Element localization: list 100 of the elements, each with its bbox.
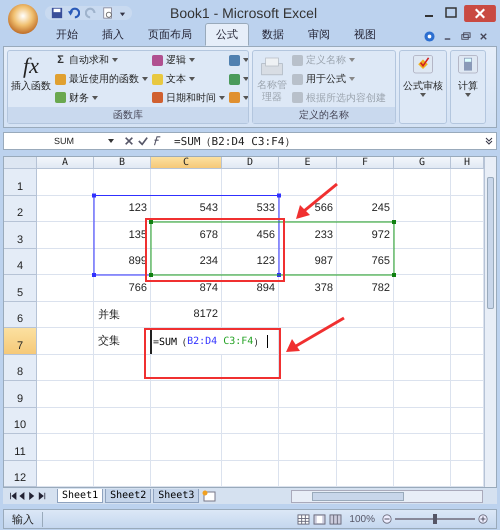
ribbon-dropdown-button[interactable]: 文本	[151, 70, 226, 88]
calculator-icon	[456, 54, 480, 76]
table-cell	[151, 408, 222, 434]
sheet-tab[interactable]: Sheet2	[105, 489, 152, 503]
caret-icon	[243, 96, 248, 100]
zoom-level[interactable]: 100%	[349, 514, 375, 524]
formula-auditing-button[interactable]: 公式审核	[402, 51, 444, 98]
annotation-arrow	[286, 316, 345, 352]
restore-icon[interactable]	[460, 31, 471, 42]
row-header[interactable]: 2	[4, 196, 37, 222]
caret-icon	[189, 58, 195, 62]
table-cell	[94, 381, 151, 408]
group-label: 函数库	[8, 107, 248, 123]
row-header[interactable]: 4	[4, 248, 37, 275]
office-button[interactable]	[8, 4, 38, 34]
sheet-tab[interactable]: Sheet3	[153, 489, 200, 503]
horizontal-scrollbar[interactable]	[291, 490, 483, 502]
ribbon-dropdown-button[interactable]: 逻辑	[151, 52, 226, 69]
zoom-out-icon[interactable]	[382, 514, 392, 524]
table-cell	[279, 354, 337, 381]
caret-icon	[243, 77, 248, 81]
table-cell	[394, 248, 451, 275]
undo-icon[interactable]	[68, 7, 80, 19]
vertical-scrollbar[interactable]	[484, 157, 496, 487]
column-header[interactable]: A	[37, 157, 94, 169]
error-check-icon	[411, 54, 435, 76]
column-header[interactable]: G	[394, 157, 451, 169]
table-cell	[37, 302, 94, 328]
ribbon-dropdown-button[interactable]: Σ 自动求和	[54, 52, 149, 69]
zoom-in-icon[interactable]	[478, 514, 488, 524]
row-header[interactable]: 1	[4, 169, 37, 196]
row-header[interactable]: 12	[4, 460, 37, 487]
help-icon[interactable]	[424, 31, 435, 42]
table-cell: 678	[151, 222, 222, 248]
table-cell	[37, 328, 94, 354]
ribbon-dropdown-button[interactable]: 日期和时间	[151, 89, 226, 106]
table-cell	[279, 381, 337, 408]
column-header[interactable]: B	[94, 157, 151, 169]
ribbon-tab[interactable]: 页面布局	[137, 23, 203, 46]
close-icon[interactable]	[463, 4, 497, 22]
print-preview-icon[interactable]	[102, 7, 114, 19]
ribbon-tab[interactable]: 开始	[45, 23, 89, 46]
normal-view-icon[interactable]	[297, 514, 310, 524]
caret-icon	[349, 58, 355, 62]
table-cell	[94, 354, 151, 381]
row-header[interactable]: 8	[4, 354, 37, 381]
name-manager-icon	[260, 55, 284, 77]
row-header[interactable]: 11	[4, 434, 37, 460]
row-header[interactable]: 7	[4, 328, 37, 354]
save-icon[interactable]	[51, 7, 63, 19]
table-cell	[37, 381, 94, 408]
function-category-button[interactable]	[228, 52, 248, 69]
zoom-slider-thumb[interactable]	[433, 514, 437, 524]
page-layout-icon[interactable]	[313, 514, 326, 524]
table-cell	[394, 196, 451, 222]
table-cell: 并集	[94, 302, 151, 328]
insert-sheet-icon[interactable]	[201, 490, 218, 502]
ribbon-tab[interactable]: 公式	[205, 23, 249, 46]
ribbon-dropdown-button[interactable]: 最近使用的函数	[54, 70, 149, 88]
sheet-tab[interactable]: Sheet1	[57, 489, 104, 503]
row-header[interactable]: 9	[4, 381, 37, 408]
customize-icon[interactable]	[119, 10, 126, 16]
ribbon-tab[interactable]: 视图	[343, 23, 387, 46]
ribbon-dropdown-button[interactable]: 财务	[54, 89, 149, 106]
row-header[interactable]: 6	[4, 302, 37, 328]
table-cell	[37, 275, 94, 302]
column-header[interactable]: F	[337, 157, 394, 169]
row-header[interactable]: 5	[4, 275, 37, 302]
table-cell	[394, 381, 451, 408]
table-cell	[394, 275, 451, 302]
ribbon-tab[interactable]: 插入	[91, 23, 135, 46]
table-cell	[394, 354, 451, 381]
ribbon-tab[interactable]: 审阅	[297, 23, 341, 46]
column-header[interactable]: C	[151, 157, 222, 169]
ribbon-menu-button[interactable]: 用于公式	[291, 70, 387, 88]
caret-icon	[349, 77, 355, 81]
calculation-button[interactable]: 计算	[455, 51, 481, 98]
table-cell: 874	[151, 275, 222, 302]
table-cell: 782	[337, 275, 394, 302]
status-mode: 输入	[4, 512, 43, 526]
table-cell	[337, 434, 394, 460]
active-cell-editor[interactable]: =SUM（B2:D4 C3:F4）	[150, 328, 268, 354]
table-cell	[37, 354, 94, 381]
table-cell	[337, 302, 394, 328]
window-title: Book1 - Microsoft Excel	[170, 5, 318, 21]
ribbon-tab[interactable]: 数据	[251, 23, 295, 46]
insert-function-button[interactable]: fx 插入函数	[10, 52, 52, 106]
annotation-arrow	[296, 182, 338, 219]
table-cell	[222, 302, 279, 328]
table-cell	[394, 434, 451, 460]
page-break-icon[interactable]	[329, 514, 342, 524]
table-cell	[337, 408, 394, 434]
table-cell	[222, 408, 279, 434]
column-header[interactable]: H	[451, 157, 484, 169]
close-icon[interactable]	[478, 31, 489, 42]
row-header[interactable]: 3	[4, 222, 37, 248]
column-header[interactable]: D	[222, 157, 279, 169]
column-header[interactable]: E	[279, 157, 337, 169]
row-header[interactable]: 10	[4, 408, 37, 434]
caret-icon	[92, 96, 98, 100]
